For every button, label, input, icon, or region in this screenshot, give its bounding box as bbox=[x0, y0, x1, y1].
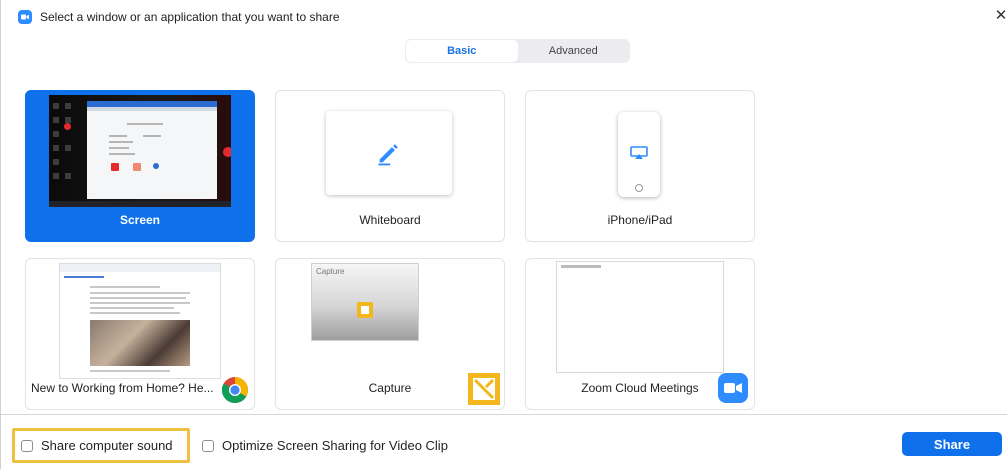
title-bar: Select a window or an application that y… bbox=[1, 0, 1007, 34]
tile-screen[interactable]: Screen bbox=[25, 90, 255, 242]
tile-whiteboard[interactable]: Whiteboard bbox=[275, 90, 505, 242]
tile-label: Whiteboard bbox=[359, 213, 421, 227]
share-screen-dialog: Select a window or an application that y… bbox=[0, 0, 1007, 469]
airplay-icon bbox=[630, 146, 648, 159]
share-computer-sound-checkbox[interactable] bbox=[21, 439, 33, 452]
tile-label: Zoom Cloud Meetings bbox=[581, 381, 699, 395]
share-computer-sound-option[interactable]: Share computer sound bbox=[21, 438, 173, 453]
tab-basic[interactable]: Basic bbox=[406, 40, 518, 62]
pencil-icon bbox=[378, 144, 398, 166]
share-type-tabs: Basic Advanced bbox=[405, 39, 630, 63]
tile-iphone-ipad[interactable]: iPhone/iPad bbox=[525, 90, 755, 242]
zoom-thumbnail bbox=[556, 261, 724, 373]
optimize-video-checkbox[interactable] bbox=[202, 439, 214, 452]
zoom-app-icon bbox=[18, 10, 32, 24]
capture-thumbnail-title: Capture bbox=[316, 267, 345, 276]
tile-capture[interactable]: Capture Capture bbox=[275, 258, 505, 410]
webpage-thumbnail bbox=[59, 263, 221, 379]
tile-label: Screen bbox=[119, 213, 161, 227]
capture-thumbnail: Capture bbox=[311, 263, 419, 341]
tile-label: Capture bbox=[368, 381, 412, 395]
phone-icon bbox=[618, 112, 660, 197]
tile-zoom-cloud-meetings[interactable]: Zoom Cloud Meetings bbox=[525, 258, 755, 410]
share-computer-sound-label: Share computer sound bbox=[41, 438, 173, 453]
optimize-video-option[interactable]: Optimize Screen Sharing for Video Clip bbox=[202, 438, 448, 453]
tile-label: New to Working from Home? He... bbox=[31, 381, 214, 395]
whiteboard-preview bbox=[326, 111, 452, 195]
window-title: Select a window or an application that y… bbox=[40, 10, 340, 24]
share-button[interactable]: Share bbox=[902, 432, 1002, 456]
tile-label: iPhone/iPad bbox=[607, 213, 673, 227]
capture-mini-icon bbox=[357, 302, 373, 318]
optimize-video-label: Optimize Screen Sharing for Video Clip bbox=[222, 438, 448, 453]
close-icon[interactable]: ✕ bbox=[994, 8, 1007, 24]
screen-thumbnail bbox=[49, 95, 231, 207]
tab-advanced[interactable]: Advanced bbox=[518, 40, 630, 62]
tile-chrome-window[interactable]: New to Working from Home? He... bbox=[25, 258, 255, 410]
